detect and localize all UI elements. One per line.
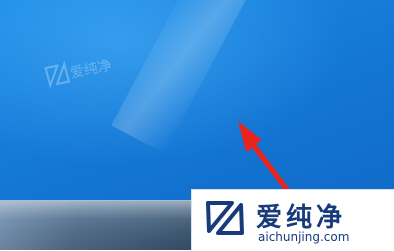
faint-watermark: 爱纯净 — [42, 46, 138, 104]
logo-url-text: aichunjing.com — [258, 230, 350, 244]
site-logo-watermark: 爱纯净 aichunjing.com — [191, 189, 394, 251]
logo-brand-text: 爱纯净 — [256, 203, 347, 233]
watermark-text: 爱纯净 — [68, 57, 114, 82]
aichunjing-logo-icon — [206, 201, 244, 235]
